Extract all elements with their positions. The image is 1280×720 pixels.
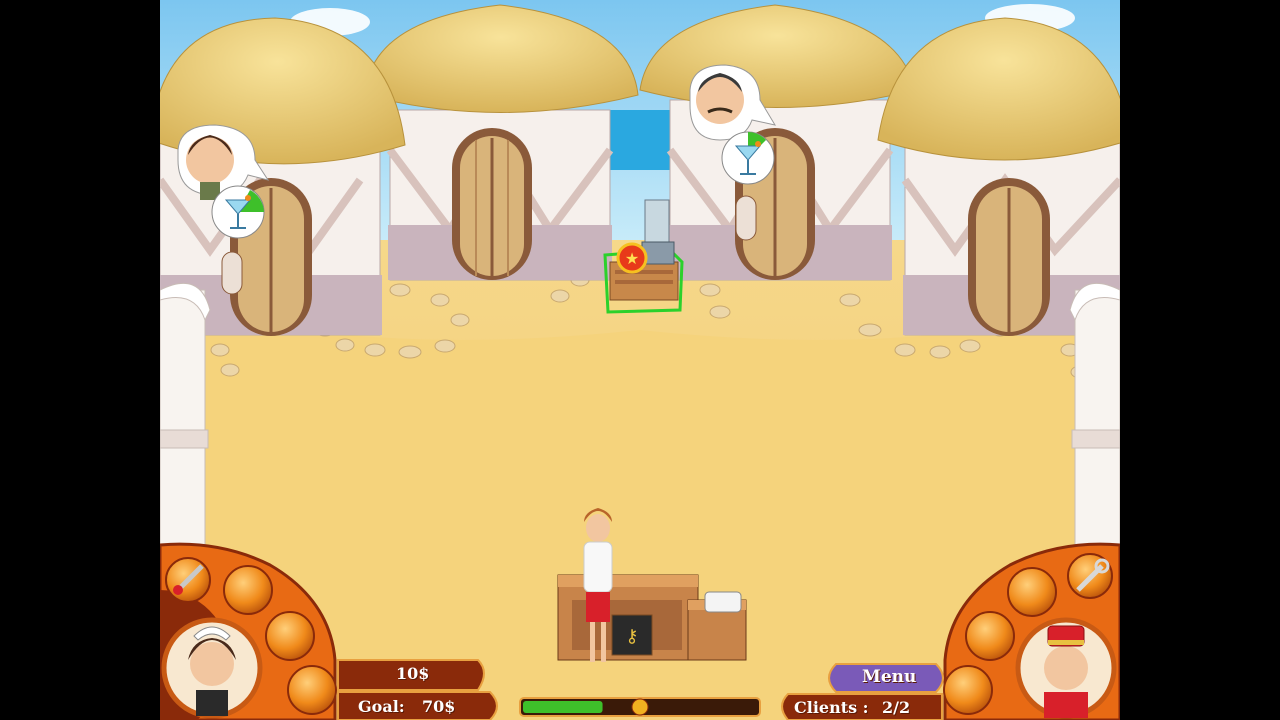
svg-text:★: ★: [625, 249, 639, 268]
menu-button[interactable]: Menu: [862, 667, 916, 687]
tool-orb-4[interactable]: [287, 665, 337, 715]
clients-label: Clients :: [794, 698, 869, 717]
goal-value: 70$: [422, 697, 456, 716]
letterbox-right: [1120, 0, 1280, 720]
door-lock-hut-1: [221, 251, 243, 295]
tool-orb-3[interactable]: [265, 611, 315, 661]
tool-orb-2[interactable]: [223, 565, 273, 615]
tool-orb-7[interactable]: [943, 665, 993, 715]
maid-avatar[interactable]: [161, 617, 263, 719]
scene-art: ★ ⚷: [160, 0, 1120, 720]
column-right: [1069, 282, 1120, 556]
door-lock-hut-3: [735, 195, 757, 241]
phone-icon[interactable]: [704, 591, 742, 613]
hut-3[interactable]: [639, 4, 916, 281]
svg-text:⚷: ⚷: [625, 626, 638, 647]
letterbox-left: [0, 0, 160, 720]
progress-track: [519, 697, 761, 717]
hut-2[interactable]: [364, 4, 639, 281]
clients-value: 2/2: [882, 698, 911, 717]
tool-orb-5[interactable]: [1007, 567, 1057, 617]
game-scene: ★ ⚷ 10$ Goal: 70$ Menu Clients: 2/2: [160, 0, 1120, 720]
column-left: [160, 282, 211, 556]
bellboy-avatar[interactable]: [1015, 617, 1117, 719]
goal-label: Goal:: [358, 697, 405, 716]
coin-marker-icon: [631, 698, 649, 716]
money-value: 10$: [396, 664, 430, 683]
progress-fill: [523, 701, 603, 713]
tool-orb-6[interactable]: [965, 611, 1015, 661]
